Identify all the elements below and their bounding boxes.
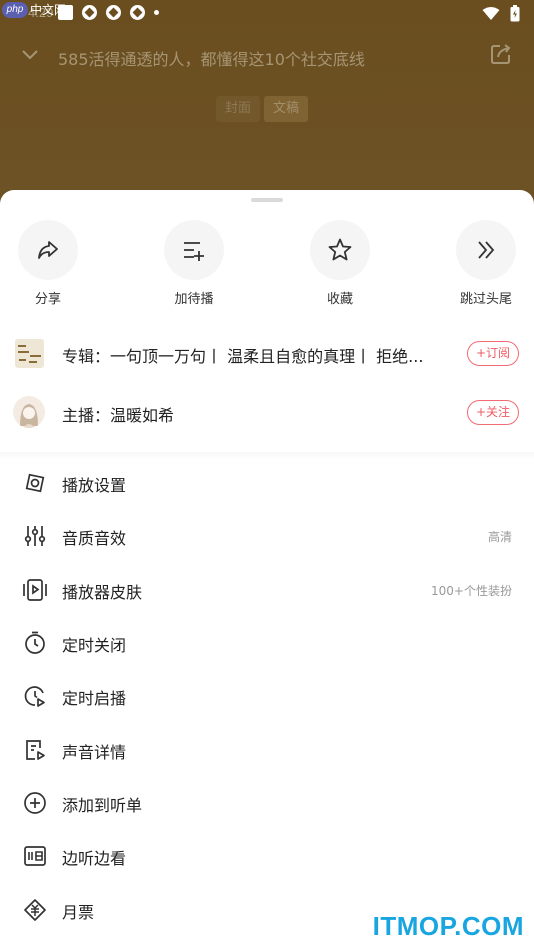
menu-label: 月票 xyxy=(62,903,95,922)
menu-item-listen-and-read[interactable]: 边听边看 xyxy=(0,829,534,882)
subscribe-button[interactable]: +订阅 xyxy=(466,341,519,366)
tab-transcript[interactable]: 文稿 xyxy=(264,96,309,122)
add-circle-icon xyxy=(24,792,46,814)
episode-title: 585活得通透的人，都懂得这10个社交底线 xyxy=(58,50,365,69)
menu-value: 100+个性装扮 xyxy=(431,584,512,598)
timer-play-icon xyxy=(24,686,45,707)
menu-label: 添加到听单 xyxy=(62,796,143,815)
menu-item-audio-quality[interactable]: 音质音效 高清 xyxy=(0,509,534,562)
view-tabs: 封面 文稿 xyxy=(216,96,309,122)
watermark-bottom: ITMOP.COM xyxy=(372,911,524,941)
ticket-icon xyxy=(24,899,46,921)
album-row[interactable]: 专辑：一句顶一万句丨 温柔且自愈的真理丨 拒绝... +订阅 xyxy=(0,329,534,379)
timer-icon xyxy=(25,631,45,654)
battery-icon xyxy=(510,5,520,22)
more-notifications-dot xyxy=(154,10,159,15)
notification-icons xyxy=(58,5,159,20)
wifi-icon xyxy=(482,7,500,20)
menu-label: 播放设置 xyxy=(62,476,127,495)
collapse-chevron-icon[interactable] xyxy=(20,44,40,64)
menu-value: 高清 xyxy=(487,530,512,544)
menu-item-sleep-timer[interactable]: 定时关闭 xyxy=(0,616,534,669)
share-icon xyxy=(18,220,78,280)
notification-app-icon xyxy=(130,5,145,20)
system-status-icons xyxy=(482,5,520,22)
quick-actions: 分享 加待播 收藏 跳过头尾 xyxy=(0,220,534,307)
menu-label: 定时启播 xyxy=(62,689,127,708)
notification-app-icon xyxy=(82,5,97,20)
menu-label: 播放器皮肤 xyxy=(62,583,143,602)
player-header: 585活得通透的人，都懂得这10个社交底线 xyxy=(0,38,534,74)
menu-label: 声音详情 xyxy=(62,743,127,762)
menu-item-scheduled-play[interactable]: 定时启播 xyxy=(0,669,534,722)
tab-cover[interactable]: 封面 xyxy=(216,96,261,122)
menu-label: 边听边看 xyxy=(62,849,127,868)
share-label: 分享 xyxy=(34,292,61,307)
menu-item-audio-details[interactable]: 声音详情 xyxy=(0,723,534,776)
star-icon xyxy=(310,220,370,280)
album-title: 专辑：一句顶一万句丨 温柔且自愈的真理丨 拒绝... xyxy=(62,347,424,366)
drag-handle[interactable] xyxy=(251,198,283,202)
add-to-queue-button[interactable]: 加待播 xyxy=(154,220,234,307)
favorite-button[interactable]: 收藏 xyxy=(300,220,380,307)
player-skin-icon xyxy=(23,579,47,601)
avatar xyxy=(13,396,45,428)
menu-item-play-settings[interactable]: 播放设置 xyxy=(0,456,534,509)
add-to-queue-label: 加待播 xyxy=(174,292,214,307)
skip-icon xyxy=(456,220,516,280)
share-button[interactable]: 分享 xyxy=(8,220,88,307)
notification-app-icon xyxy=(106,5,121,20)
player-background: 4:29 php 中文网 585活得通透的人，都懂得这10个社交底线 封面 文稿 xyxy=(0,0,534,200)
skip-intro-outro-button[interactable]: 跳过头尾 xyxy=(446,220,526,307)
album-cover xyxy=(15,339,44,368)
share-out-icon[interactable] xyxy=(490,43,512,65)
follow-button[interactable]: +关注 xyxy=(466,400,519,425)
favorite-label: 收藏 xyxy=(326,292,353,307)
play-settings-icon xyxy=(25,473,45,493)
watermark-text: 中文网 xyxy=(30,3,67,17)
add-to-queue-icon xyxy=(164,220,224,280)
menu-label: 定时关闭 xyxy=(62,636,127,655)
menu-label: 音质音效 xyxy=(62,529,127,548)
details-icon xyxy=(26,740,45,760)
menu-item-add-to-list[interactable]: 添加到听单 xyxy=(0,776,534,829)
listen-read-icon xyxy=(24,846,46,866)
watermark-logo: php xyxy=(2,2,28,18)
menu-item-player-skin[interactable]: 播放器皮肤 100+个性装扮 xyxy=(0,563,534,616)
status-bar: 4:29 xyxy=(0,0,534,28)
host-row[interactable]: 主播：温暖如希 +关注 xyxy=(0,388,534,438)
more-options-sheet: 分享 加待播 收藏 跳过头尾 专辑：一句顶一万句丨 温柔且自愈的真理丨 拒绝..… xyxy=(0,190,534,950)
host-name: 主播：温暖如希 xyxy=(62,406,175,425)
skip-intro-outro-label: 跳过头尾 xyxy=(459,292,512,307)
equalizer-icon xyxy=(24,526,46,546)
